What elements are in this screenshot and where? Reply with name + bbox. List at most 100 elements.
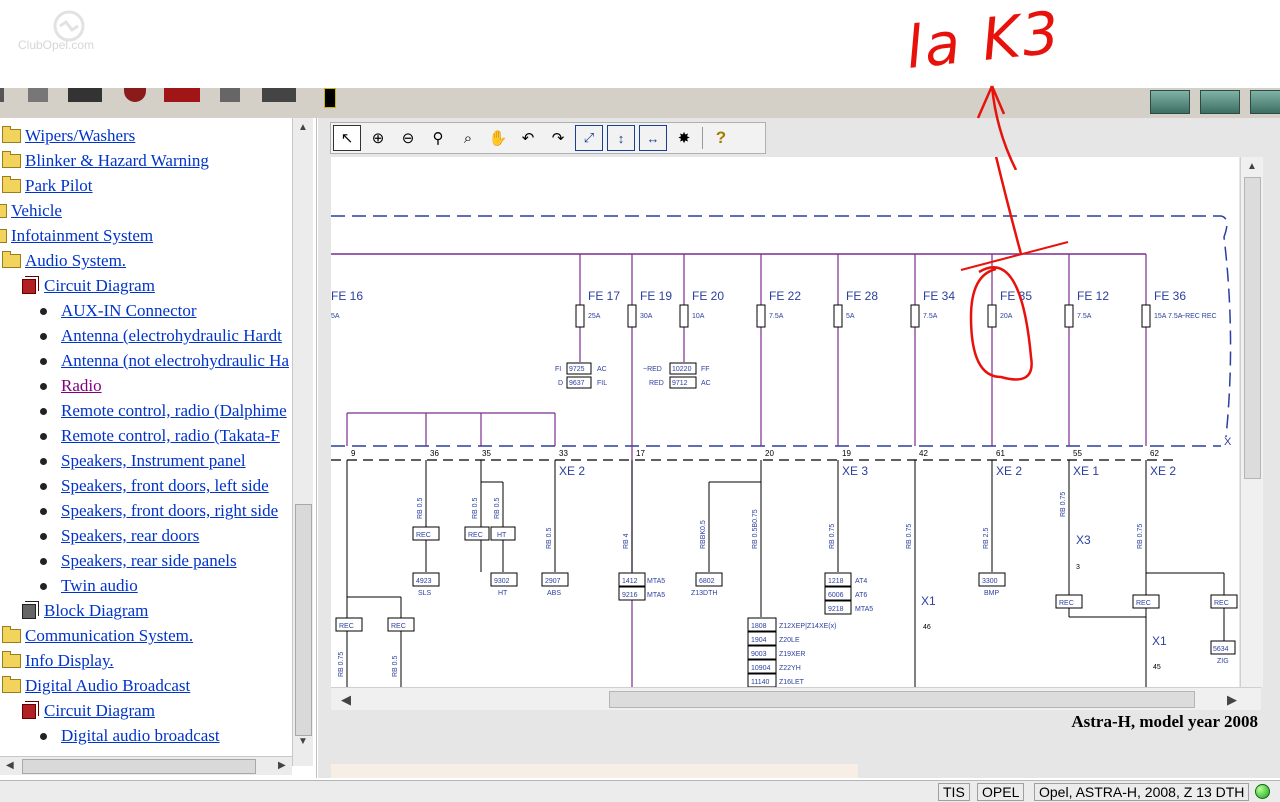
tree-item-label[interactable]: Speakers, rear doors	[61, 526, 199, 546]
tree-item-dab-circuit-diagram[interactable]: Circuit Diagram	[22, 700, 155, 722]
tree-item-label[interactable]: Blinker & Hazard Warning	[25, 151, 209, 171]
pointer-icon[interactable]: ↖	[333, 125, 361, 151]
tree-item-speakers-front-right[interactable]: Speakers, front doors, right side	[40, 500, 278, 522]
scroll-right-icon[interactable]: ▶	[278, 760, 286, 771]
diagram-horizontal-scrollbar[interactable]: ◀ ▶	[331, 687, 1261, 710]
code-value: 11140	[751, 679, 770, 686]
tree-item-block-diagram[interactable]: Block Diagram	[22, 600, 148, 622]
tree-item-blinker[interactable]: Blinker & Hazard Warning	[2, 150, 209, 172]
tree-item-label[interactable]: Speakers, rear side panels	[61, 551, 237, 571]
tree-item-circuit-diagram[interactable]: Circuit Diagram	[22, 275, 155, 297]
tree-item-label[interactable]: Antenna (not electrohydraulic Ha	[61, 351, 289, 371]
highlight-icon[interactable]: ✸	[671, 126, 697, 150]
tree-item-twin-audio[interactable]: Twin audio	[40, 575, 138, 597]
tree-item-label[interactable]: Radio	[61, 376, 102, 396]
scroll-left-icon[interactable]: ◀	[341, 692, 351, 708]
scroll-left-icon[interactable]: ◀	[6, 760, 14, 771]
tree-item-speakers-rear-doors[interactable]: Speakers, rear doors	[40, 525, 199, 547]
scroll-thumb[interactable]	[295, 504, 312, 736]
tree-item-label[interactable]: Block Diagram	[44, 601, 148, 621]
tree-item-label[interactable]: Speakers, Instrument panel	[61, 451, 246, 471]
zoom-window-icon[interactable]: ⌕	[455, 126, 481, 150]
circuit-diagram-canvas[interactable]: X FE 16 FE 17 FE 19 FE 20 FE 22 FE 28 FE…	[331, 157, 1239, 687]
pan-hand-icon[interactable]: ✋	[485, 126, 511, 150]
tree-item-label[interactable]: Info Display.	[25, 651, 114, 671]
rotate-left-icon[interactable]: ↶	[515, 126, 541, 150]
tree-item-label[interactable]: Vehicle	[11, 201, 62, 221]
tree-item-label[interactable]: Remote control, radio (Takata-F	[61, 426, 280, 446]
toolbar-fragment-icon[interactable]	[0, 88, 4, 102]
toolbar-tools-icon[interactable]	[68, 88, 102, 102]
code-value: 6802	[699, 578, 715, 585]
scroll-up-icon[interactable]: ▲	[1247, 161, 1257, 172]
tree-horizontal-scrollbar[interactable]: ◀ ▶	[0, 756, 292, 775]
tree-item-aux-in[interactable]: AUX-IN Connector	[40, 300, 197, 322]
toolbar-car-icon[interactable]	[164, 88, 200, 102]
tree-item-radio[interactable]: Radio	[40, 375, 102, 397]
tree-item-infotainment[interactable]: Infotainment System	[0, 225, 153, 247]
tree-item-remote-takata[interactable]: Remote control, radio (Takata-F	[40, 425, 280, 447]
wire-label: RB 2.5	[983, 527, 990, 549]
scroll-thumb[interactable]	[1244, 177, 1261, 479]
tree-item-speakers-instrument[interactable]: Speakers, Instrument panel	[40, 450, 246, 472]
tree-item-label[interactable]: Twin audio	[61, 576, 138, 596]
tree-item-label[interactable]: Digital audio broadcast	[61, 726, 220, 746]
toolbar-nav-forward-icon[interactable]	[1200, 90, 1240, 114]
tree-item-label[interactable]: Infotainment System	[11, 226, 153, 246]
connector-label: X1	[921, 594, 936, 608]
scroll-down-icon[interactable]: ▼	[298, 736, 308, 747]
tree-item-speakers-rear-panels[interactable]: Speakers, rear side panels	[40, 550, 237, 572]
scroll-right-icon[interactable]: ▶	[1227, 692, 1237, 708]
toolbar-battery-icon[interactable]	[324, 88, 336, 108]
tree-item-dab-item[interactable]: Digital audio broadcast	[40, 725, 220, 747]
connector-label: XE 3	[842, 464, 868, 478]
code-side-label: Z20LE	[779, 637, 800, 644]
pin-number: 20	[765, 449, 774, 458]
tree-item-label[interactable]: Digital Audio Broadcast	[25, 676, 190, 696]
tree-item-antenna-hardtop[interactable]: Antenna (electrohydraulic Hardt	[40, 325, 282, 347]
toolbar-document-icon[interactable]	[28, 88, 48, 102]
fit-page-icon[interactable]: ⤢	[575, 125, 603, 151]
fit-height-icon[interactable]: ↕	[607, 125, 635, 151]
tree-item-speakers-front-left[interactable]: Speakers, front doors, left side	[40, 475, 269, 497]
fit-width-icon[interactable]: ↔	[639, 125, 667, 151]
toolbar-print-icon[interactable]	[220, 88, 240, 102]
tree-item-label[interactable]: Park Pilot	[25, 176, 93, 196]
tree-item-wipers-washers[interactable]: Wipers/Washers	[2, 125, 135, 147]
fuse-rating: 7.5A	[1077, 313, 1092, 320]
tree-item-park-pilot[interactable]: Park Pilot	[2, 175, 93, 197]
scroll-up-icon[interactable]: ▲	[298, 122, 308, 133]
help-icon[interactable]: ?	[708, 126, 734, 150]
tree-item-label[interactable]: Audio System.	[25, 251, 126, 271]
tree-item-label[interactable]: Communication System.	[25, 626, 193, 646]
zoom-icon[interactable]: ⚲	[425, 126, 451, 150]
tree-item-label[interactable]: Remote control, radio (Dalphime	[61, 401, 287, 421]
scroll-thumb[interactable]	[22, 759, 256, 774]
tree-item-label[interactable]: Speakers, front doors, right side	[61, 501, 278, 521]
toolbar-nav-back-icon[interactable]	[1150, 90, 1190, 114]
rotate-right-icon[interactable]: ↷	[545, 126, 571, 150]
tree-item-label[interactable]: Wipers/Washers	[25, 126, 135, 146]
toolbar-book-icon[interactable]	[262, 88, 296, 102]
tree-item-antenna-not-hydraulic[interactable]: Antenna (not electrohydraulic Ha	[40, 350, 289, 372]
tree-item-info-display[interactable]: Info Display.	[2, 650, 114, 672]
zoom-out-icon[interactable]: ⊖	[395, 126, 421, 150]
tree-vertical-scrollbar[interactable]: ▲ ▼	[292, 118, 313, 766]
tree-item-label[interactable]: Circuit Diagram	[44, 701, 155, 721]
tree-item-label[interactable]: AUX-IN Connector	[61, 301, 197, 321]
diagram-vertical-scrollbar[interactable]: ▲	[1240, 157, 1263, 687]
wire-label: RB 0.5	[472, 497, 479, 519]
toolbar-nav-home-icon[interactable]	[1250, 90, 1280, 114]
tree-item-label[interactable]: Antenna (electrohydraulic Hardt	[61, 326, 282, 346]
tree-item-communication[interactable]: Communication System.	[2, 625, 193, 647]
tree-item-audio-system[interactable]: Audio System.	[2, 250, 126, 272]
tree-item-dab[interactable]: Digital Audio Broadcast	[2, 675, 190, 697]
toolbar-record-icon[interactable]	[124, 88, 146, 102]
tree-item-label[interactable]: Circuit Diagram	[44, 276, 155, 296]
tree-item-label[interactable]: Speakers, front doors, left side	[61, 476, 269, 496]
tree-item-vehicle[interactable]: Vehicle	[0, 200, 62, 222]
zoom-in-icon[interactable]: ⊕	[365, 126, 391, 150]
wire-label: RB 0.5	[392, 655, 399, 677]
tree-item-remote-dalphimetal[interactable]: Remote control, radio (Dalphime	[40, 400, 287, 422]
scroll-thumb[interactable]	[609, 691, 1195, 708]
